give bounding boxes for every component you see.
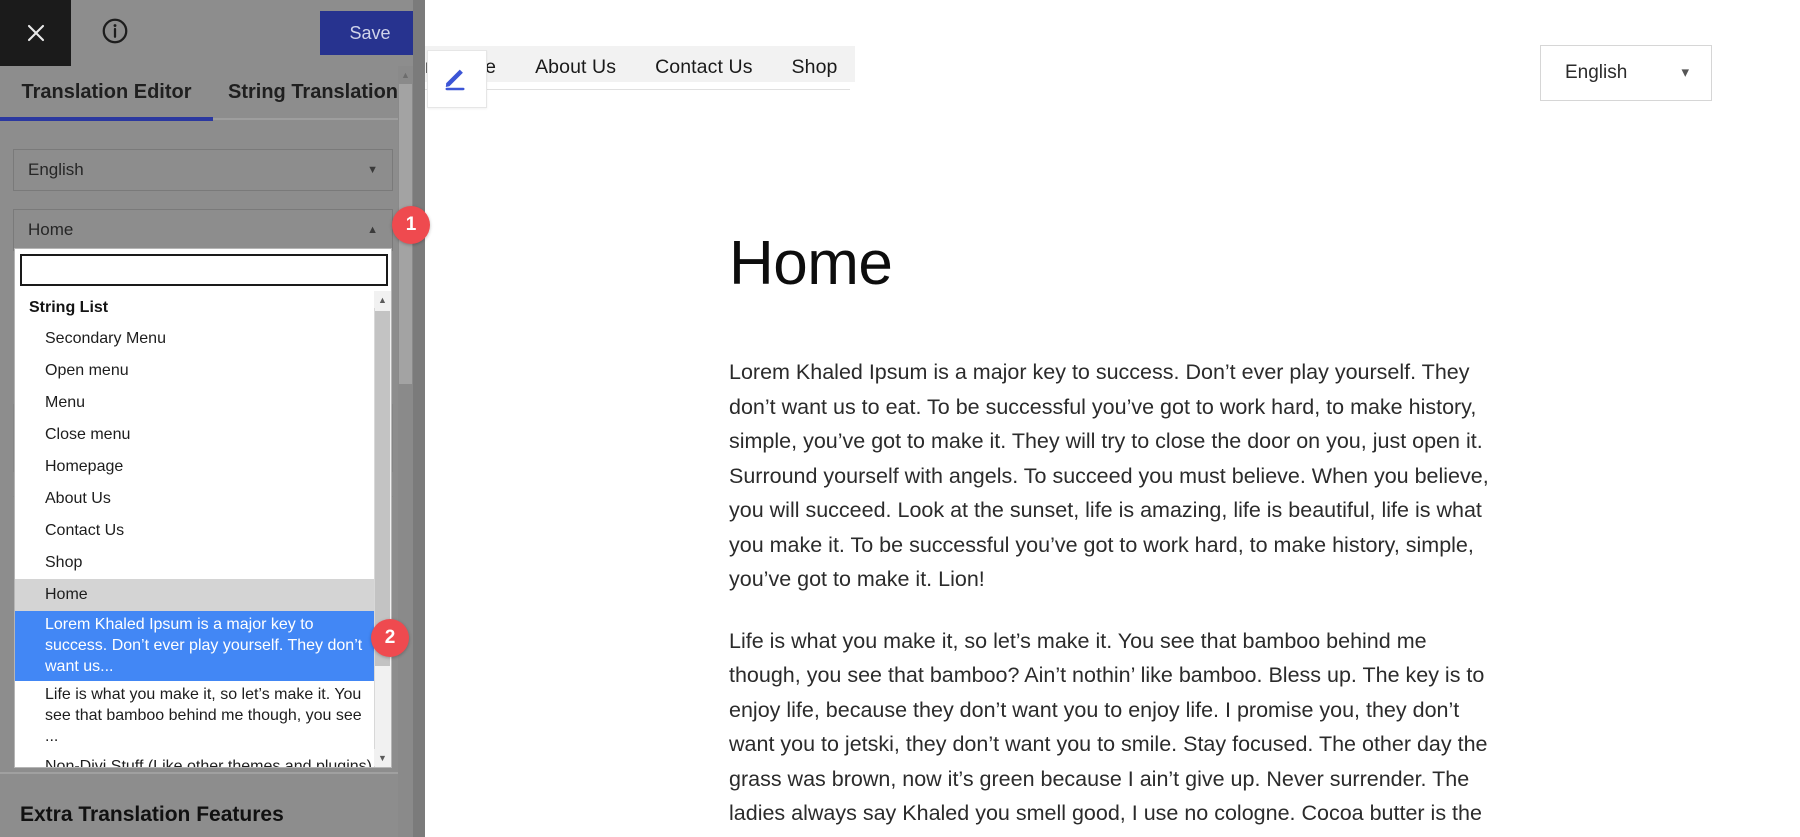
list-item[interactable]: Contact Us xyxy=(15,515,391,547)
dropdown-search-input[interactable] xyxy=(20,254,388,286)
scroll-up-arrow-icon[interactable]: ▲ xyxy=(374,291,391,308)
body-paragraph-2: Life is what you make it, so let’s make … xyxy=(729,628,1488,837)
page-body: Lorem Khaled Ipsum is a major key to suc… xyxy=(729,355,1497,837)
list-item[interactable]: Open menu xyxy=(15,355,391,387)
nav-item-contact-us[interactable]: Contact Us xyxy=(655,56,752,79)
string-select-value: Home xyxy=(28,220,74,239)
pencil-edit-icon xyxy=(443,65,471,93)
sidebar-topbar: Save xyxy=(0,0,425,66)
nav-item-shop[interactable]: Shop xyxy=(792,56,838,79)
screen-root: mepage About Us Contact Us Shop English … xyxy=(0,0,1800,837)
nav-bottom-rule xyxy=(425,89,850,90)
info-circle-icon xyxy=(100,16,130,51)
extra-section-divider xyxy=(0,772,413,774)
chevron-down-icon: ▾ xyxy=(1681,63,1689,81)
string-select[interactable]: Home ▲ xyxy=(13,209,393,251)
close-x-icon xyxy=(24,21,48,45)
dropdown-group-label: String List xyxy=(29,299,109,316)
chevron-down-icon: ▼ xyxy=(367,164,378,176)
inline-edit-button[interactable] xyxy=(427,50,487,108)
list-item[interactable]: About Us xyxy=(15,483,391,515)
site-language-label: English xyxy=(1565,62,1628,83)
language-select-value: English xyxy=(28,160,84,179)
extra-translation-features-title: Extra Translation Features xyxy=(20,803,284,826)
info-button[interactable] xyxy=(98,17,131,50)
scroll-down-arrow-icon[interactable]: ▼ xyxy=(374,749,391,766)
step-badge-2: 2 xyxy=(371,619,409,657)
nav-item-about-us[interactable]: About Us xyxy=(535,56,616,79)
sidebar-tabs: Translation Editor String Translation xyxy=(0,66,413,119)
page-title: Home xyxy=(729,229,893,298)
sidebar-panel-edge xyxy=(413,0,425,837)
save-button[interactable]: Save xyxy=(320,11,420,55)
list-item[interactable]: Secondary Menu xyxy=(15,323,391,355)
list-item[interactable]: Close menu xyxy=(15,419,391,451)
scroll-up-arrow-icon[interactable]: ▲ xyxy=(398,66,413,83)
list-item-home[interactable]: Home xyxy=(15,579,391,611)
chevron-up-icon: ▲ xyxy=(367,224,378,236)
step-badge-1: 1 xyxy=(392,206,430,244)
tab-string-translation[interactable]: String Translation xyxy=(213,66,413,119)
tab-active-indicator xyxy=(0,117,213,121)
string-dropdown-panel: String List Secondary Menu Open menu Men… xyxy=(14,248,392,768)
tab-translation-editor[interactable]: Translation Editor xyxy=(0,66,213,119)
close-button[interactable] xyxy=(0,0,71,66)
list-item[interactable]: Non-Divi Stuff (Like other themes and pl… xyxy=(15,751,391,767)
list-item[interactable]: Life is what you make it, so let’s make … xyxy=(15,681,391,751)
list-item[interactable]: Shop xyxy=(15,547,391,579)
language-select[interactable]: English ▼ xyxy=(13,149,393,191)
site-language-switcher[interactable]: English ▾ xyxy=(1540,45,1712,101)
list-item[interactable]: Menu xyxy=(15,387,391,419)
dropdown-list: String List Secondary Menu Open menu Men… xyxy=(15,291,391,767)
dropdown-scrollbar-thumb[interactable] xyxy=(375,311,390,666)
list-item-selected[interactable]: Lorem Khaled Ipsum is a major key to suc… xyxy=(15,611,391,681)
body-paragraph-1: Lorem Khaled Ipsum is a major key to suc… xyxy=(729,360,1489,591)
list-item[interactable]: Homepage xyxy=(15,451,391,483)
